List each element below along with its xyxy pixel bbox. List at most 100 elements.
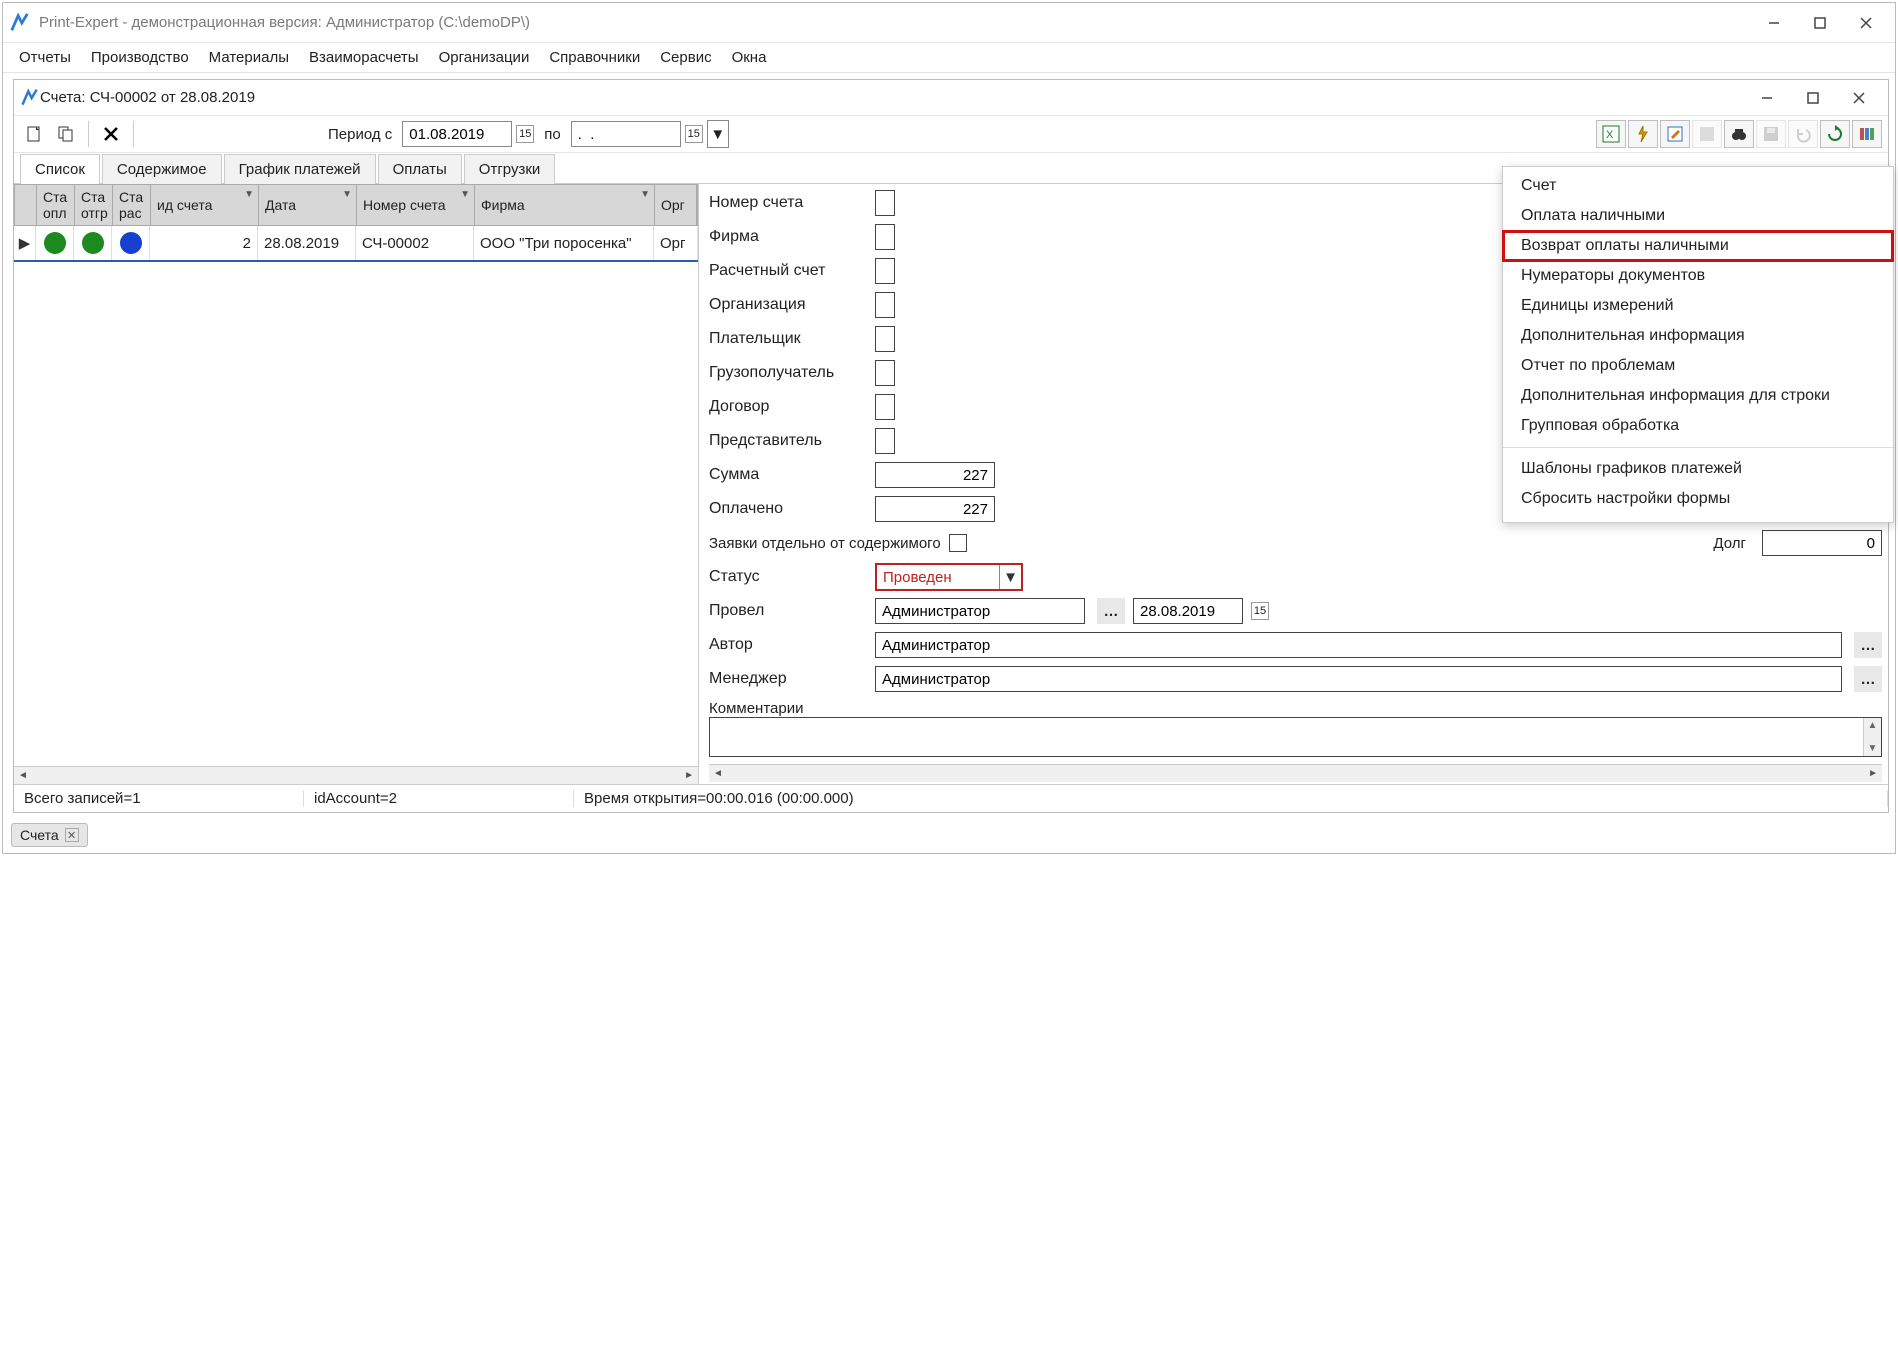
books-icon[interactable]	[1852, 120, 1882, 148]
toolbar-separator-2	[133, 121, 134, 147]
org-cell: Орг	[654, 226, 698, 260]
approved-date-field[interactable]	[1133, 598, 1243, 624]
account-no-label: Номер счета	[709, 194, 867, 212]
refresh-icon[interactable]	[1820, 120, 1850, 148]
child-minimize-button[interactable]	[1744, 83, 1790, 113]
menu-production[interactable]: Производство	[91, 49, 189, 66]
status-dot-blue-icon	[120, 232, 142, 254]
menu-settlements[interactable]: Взаиморасчеты	[309, 49, 419, 66]
manager-field[interactable]	[875, 666, 1842, 692]
tab-payments[interactable]: Оплаты	[378, 154, 462, 184]
paid-label: Оплачено	[709, 500, 867, 518]
menu-reports[interactable]: Отчеты	[19, 49, 71, 66]
cm-cash-refund[interactable]: Возврат оплаты наличными	[1503, 231, 1893, 261]
cm-problem-report[interactable]: Отчет по проблемам	[1503, 351, 1893, 381]
maximize-button[interactable]	[1797, 8, 1843, 38]
excel-export-icon[interactable]: X	[1596, 120, 1626, 148]
grid-body: ▶ 2 28.08.2019 СЧ-00002 ООО "Три поросен…	[14, 226, 698, 766]
mdi-tab-invoices[interactable]: Счета ✕	[11, 823, 88, 847]
organization-field[interactable]	[875, 292, 895, 318]
period-from-input[interactable]	[402, 121, 512, 147]
status-id-account: idAccount=2	[304, 790, 574, 807]
debt-field[interactable]	[1762, 530, 1882, 556]
status-value: Проведен	[883, 569, 952, 586]
status-select[interactable]: Проведен ▼	[875, 563, 1023, 591]
comments-scrollbar[interactable]: ▲▼	[1863, 718, 1881, 756]
delete-button[interactable]	[97, 120, 125, 148]
child-maximize-button[interactable]	[1790, 83, 1836, 113]
child-close-button[interactable]	[1836, 83, 1882, 113]
cm-batch-processing[interactable]: Групповая обработка	[1503, 411, 1893, 441]
cm-cash-payment[interactable]: Оплата наличными	[1503, 201, 1893, 231]
comments-textarea[interactable]: ▲▼	[709, 717, 1882, 757]
col-org[interactable]: Орг	[655, 185, 697, 225]
menu-windows[interactable]: Окна	[732, 49, 767, 66]
period-dropdown-button[interactable]: ▼	[707, 120, 729, 148]
action-lightning-icon[interactable]	[1628, 120, 1658, 148]
col-firm[interactable]: Фирма▼	[475, 185, 655, 225]
contract-field[interactable]	[875, 394, 895, 420]
cm-units[interactable]: Единицы измерений	[1503, 291, 1893, 321]
organization-label: Организация	[709, 296, 867, 314]
period-to-input[interactable]	[571, 121, 681, 147]
calendar-from-icon[interactable]: 15	[516, 125, 534, 143]
approved-by-field[interactable]	[875, 598, 1085, 624]
manager-browse-button[interactable]: …	[1854, 666, 1882, 692]
new-button[interactable]	[20, 120, 48, 148]
col-marker[interactable]	[15, 185, 37, 225]
tab-shipments[interactable]: Отгрузки	[464, 154, 556, 184]
cm-additional-info[interactable]: Дополнительная информация	[1503, 321, 1893, 351]
account-no-field[interactable]	[875, 190, 895, 216]
col-status-calc[interactable]: Ста рас	[113, 185, 151, 225]
comments-label: Комментарии	[709, 700, 1882, 717]
edit-icon[interactable]	[1660, 120, 1690, 148]
cm-reset-form[interactable]: Сбросить настройки формы	[1503, 484, 1893, 514]
content-split: Ста опл Ста отгр Ста рас ид счета▼ Дата▼…	[14, 184, 1888, 784]
cm-additional-row-info[interactable]: Дополнительная информация для строки	[1503, 381, 1893, 411]
status-open-time: Время открытия=00:00.016 (00:00.000)	[574, 790, 1888, 807]
calendar-approved-icon[interactable]: 15	[1251, 602, 1269, 620]
menu-service[interactable]: Сервис	[660, 49, 711, 66]
bank-account-field[interactable]	[875, 258, 895, 284]
cm-separator	[1503, 447, 1893, 448]
col-date[interactable]: Дата▼	[259, 185, 357, 225]
copy-button[interactable]	[52, 120, 80, 148]
cm-schedule-templates[interactable]: Шаблоны графиков платежей	[1503, 454, 1893, 484]
col-id-account[interactable]: ид счета▼	[151, 185, 259, 225]
col-status-pay[interactable]: Ста опл	[37, 185, 75, 225]
status-dot-green-icon	[44, 232, 66, 254]
col-number[interactable]: Номер счета▼	[357, 185, 475, 225]
menu-references[interactable]: Справочники	[549, 49, 640, 66]
tab-contents[interactable]: Содержимое	[102, 154, 222, 184]
approved-by-label: Провел	[709, 602, 867, 620]
col-status-ship[interactable]: Ста отгр	[75, 185, 113, 225]
menu-organizations[interactable]: Организации	[439, 49, 530, 66]
save-disabled-icon	[1756, 120, 1786, 148]
payer-field[interactable]	[875, 326, 895, 352]
grid-horizontal-scrollbar[interactable]	[14, 766, 698, 784]
close-button[interactable]	[1843, 8, 1889, 38]
minimize-button[interactable]	[1751, 8, 1797, 38]
cm-numerators[interactable]: Нумераторы документов	[1503, 261, 1893, 291]
representative-field[interactable]	[875, 428, 895, 454]
date-cell: 28.08.2019	[258, 226, 356, 260]
calendar-to-icon[interactable]: 15	[685, 125, 703, 143]
table-row[interactable]: ▶ 2 28.08.2019 СЧ-00002 ООО "Три поросен…	[14, 226, 698, 262]
firm-field[interactable]	[875, 224, 895, 250]
approved-by-browse-button[interactable]: …	[1097, 598, 1125, 624]
cm-invoice[interactable]: Счет	[1503, 171, 1893, 201]
sum-field[interactable]	[875, 462, 995, 488]
menu-materials[interactable]: Материалы	[209, 49, 289, 66]
contract-label: Договор	[709, 398, 867, 416]
tab-schedule[interactable]: График платежей	[224, 154, 376, 184]
mdi-tab-close-icon[interactable]: ✕	[65, 828, 79, 842]
consignee-field[interactable]	[875, 360, 895, 386]
binoculars-icon[interactable]	[1724, 120, 1754, 148]
tab-list[interactable]: Список	[20, 154, 100, 184]
status-calc-cell	[112, 226, 150, 260]
author-field[interactable]	[875, 632, 1842, 658]
author-browse-button[interactable]: …	[1854, 632, 1882, 658]
paid-field[interactable]	[875, 496, 995, 522]
details-horizontal-scrollbar[interactable]	[709, 764, 1882, 782]
requests-apart-checkbox[interactable]	[949, 534, 967, 552]
